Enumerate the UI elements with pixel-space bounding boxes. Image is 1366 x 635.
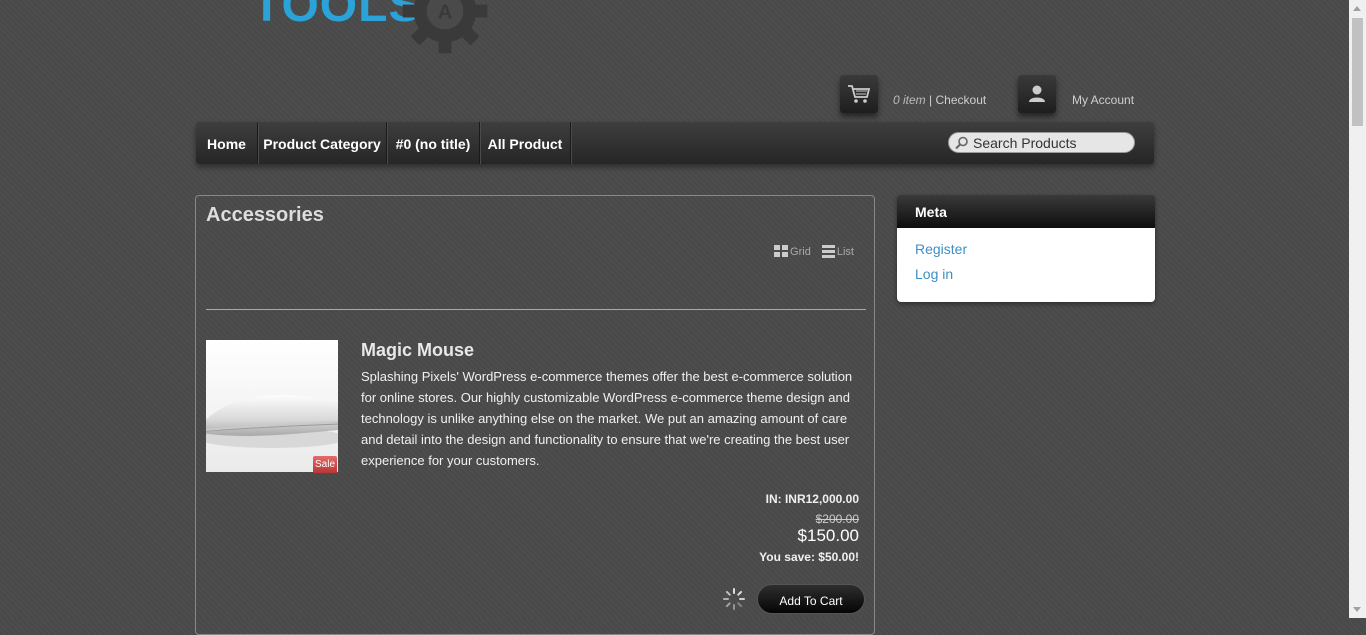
product-title[interactable]: Magic Mouse bbox=[361, 340, 474, 361]
magic-mouse-image bbox=[206, 394, 338, 448]
view-switch: Grid List bbox=[766, 245, 854, 261]
search-input[interactable] bbox=[973, 134, 1128, 151]
divider bbox=[206, 309, 866, 310]
cart-button[interactable] bbox=[840, 75, 878, 113]
nav-item-no-title[interactable]: #0 (no title) bbox=[387, 122, 480, 164]
user-icon bbox=[1029, 85, 1045, 102]
page-title: Accessories bbox=[206, 204, 324, 226]
login-link[interactable]: Log in bbox=[897, 262, 1155, 287]
old-price: $200.00 bbox=[815, 512, 859, 526]
scroll-thumb[interactable] bbox=[1352, 18, 1363, 126]
loading-spinner-icon bbox=[723, 588, 745, 610]
search-box bbox=[948, 132, 1135, 153]
list-icon bbox=[821, 245, 835, 258]
price-block: IN: INR12,000.00 $200.00 $150.00 You sav… bbox=[759, 492, 859, 564]
list-view-label: List bbox=[836, 246, 854, 258]
grid-view-label: Grid bbox=[790, 246, 811, 258]
grid-icon bbox=[774, 245, 789, 257]
product-image[interactable] bbox=[206, 340, 338, 472]
product-description: Splashing Pixels' WordPress e-commerce t… bbox=[361, 369, 853, 468]
meta-widget-body: Register Log in bbox=[897, 228, 1155, 302]
header-links: 0 item | Checkout My Account bbox=[838, 72, 1158, 117]
nav-item-home[interactable]: Home bbox=[196, 122, 258, 164]
sale-price: $150.00 bbox=[797, 526, 859, 545]
price-inr: IN: INR12,000.00 bbox=[765, 492, 859, 506]
cart-separator: | bbox=[929, 93, 933, 107]
my-account-link[interactable]: My Account bbox=[1072, 93, 1134, 107]
gear-icon: A bbox=[402, 0, 488, 54]
scroll-up-icon[interactable] bbox=[1353, 6, 1361, 11]
main-content: Accessories Grid List Sale Magic Mouse S… bbox=[195, 195, 875, 635]
cart-count[interactable]: 0 item bbox=[893, 93, 926, 107]
nav-item-product-category[interactable]: Product Category bbox=[258, 122, 387, 164]
cart-icon bbox=[848, 85, 871, 103]
meta-widget-title: Meta bbox=[897, 195, 1155, 228]
list-view-button[interactable]: List bbox=[821, 245, 854, 258]
main-nav: Home Product Category #0 (no title) All … bbox=[196, 122, 1154, 164]
add-to-cart-button[interactable]: Add To Cart bbox=[757, 584, 865, 614]
you-save: You save: $50.00! bbox=[759, 550, 859, 564]
site-logo[interactable]: TOOLS A bbox=[250, 0, 495, 55]
svg-text:A: A bbox=[438, 1, 453, 23]
meta-widget: Meta Register Log in bbox=[897, 195, 1155, 302]
checkout-link[interactable]: Checkout bbox=[936, 93, 987, 107]
scroll-down-icon[interactable] bbox=[1353, 607, 1361, 612]
register-link[interactable]: Register bbox=[897, 237, 1155, 262]
nav-item-all-product[interactable]: All Product bbox=[480, 122, 571, 164]
search-icon[interactable] bbox=[954, 136, 970, 150]
page-scrollbar[interactable] bbox=[1349, 0, 1366, 618]
account-button[interactable] bbox=[1018, 75, 1056, 113]
cart-summary: 0 item | Checkout bbox=[893, 93, 986, 107]
grid-view-button[interactable]: Grid bbox=[774, 245, 811, 258]
sale-badge: Sale bbox=[313, 456, 337, 473]
